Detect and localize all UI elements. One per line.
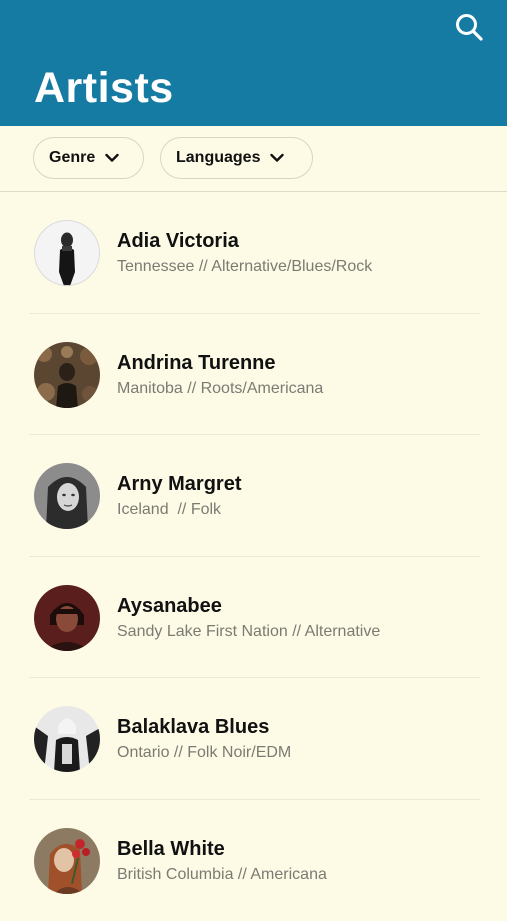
artist-meta: Tennessee // Alternative/Blues/Rock xyxy=(117,258,372,276)
genre-filter-label: Genre xyxy=(49,149,95,167)
search-icon xyxy=(454,12,484,42)
chevron-down-icon xyxy=(270,153,284,163)
artist-row-arny-margret[interactable]: Arny Margret Iceland // Folk xyxy=(0,435,507,557)
avatar xyxy=(34,463,100,529)
filter-bar: Genre Languages xyxy=(0,126,507,192)
languages-filter-label: Languages xyxy=(176,149,260,167)
avatar xyxy=(34,585,100,651)
app-header: Artists xyxy=(0,0,507,126)
artist-meta: Manitoba // Roots/Americana xyxy=(117,380,323,398)
artist-name: Andrina Turenne xyxy=(117,352,276,375)
genre-filter-button[interactable]: Genre xyxy=(33,137,144,179)
artist-name: Balaklava Blues xyxy=(117,716,269,739)
artist-list: Adia Victoria Tennessee // Alternative/B… xyxy=(0,192,507,921)
artist-meta: British Columbia // Americana xyxy=(117,866,327,884)
languages-filter-button[interactable]: Languages xyxy=(160,137,313,179)
avatar xyxy=(34,706,100,772)
artist-name: Adia Victoria xyxy=(117,230,239,253)
avatar xyxy=(34,342,100,408)
page-title: Artists xyxy=(34,62,174,114)
avatar xyxy=(34,828,100,894)
artist-meta: Iceland // Folk xyxy=(117,501,221,519)
artist-row-bella-white[interactable]: Bella White British Columbia // American… xyxy=(0,800,507,921)
avatar xyxy=(34,220,100,286)
search-button[interactable] xyxy=(450,8,488,46)
artist-row-balaklava-blues[interactable]: Balaklava Blues Ontario // Folk Noir/EDM xyxy=(0,678,507,800)
artist-name: Bella White xyxy=(117,838,225,861)
artist-meta: Ontario // Folk Noir/EDM xyxy=(117,744,291,762)
artist-row-andrina-turenne[interactable]: Andrina Turenne Manitoba // Roots/Americ… xyxy=(0,314,507,436)
artist-name: Arny Margret xyxy=(117,473,241,496)
artist-name: Aysanabee xyxy=(117,595,222,618)
artist-row-adia-victoria[interactable]: Adia Victoria Tennessee // Alternative/B… xyxy=(0,192,507,314)
chevron-down-icon xyxy=(105,153,119,163)
artist-row-aysanabee[interactable]: Aysanabee Sandy Lake First Nation // Alt… xyxy=(0,557,507,679)
artist-meta: Sandy Lake First Nation // Alternative xyxy=(117,623,380,641)
